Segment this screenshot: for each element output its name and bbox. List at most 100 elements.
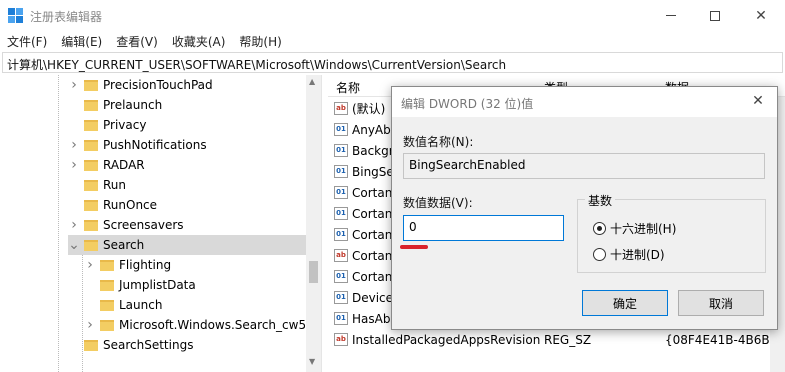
address-bar[interactable]: 计算机\HKEY_CURRENT_USER\SOFTWARE\Microsoft… <box>2 52 783 73</box>
menu-edit[interactable]: 编辑(E) <box>54 31 109 51</box>
folder-icon <box>84 79 98 91</box>
chevron-right-icon[interactable]: › <box>68 137 80 153</box>
folder-icon <box>84 219 98 231</box>
tree-item-label: Prelaunch <box>103 98 163 112</box>
hex-radio-circle[interactable] <box>593 222 606 235</box>
binary-value-icon: 01 <box>334 312 348 325</box>
tree-item[interactable]: › Screensavers <box>68 215 183 235</box>
tree-item[interactable]: › Microsoft.Windows.Search_cw5r <box>84 315 311 335</box>
dialog-close-icon[interactable]: ✕ <box>748 93 768 111</box>
folder-icon <box>84 179 98 191</box>
maximize-button[interactable] <box>692 0 738 31</box>
binary-value-icon: 01 <box>334 228 348 241</box>
menu-view[interactable]: 查看(V) <box>109 31 165 51</box>
folder-icon <box>100 299 114 311</box>
base-label: 基数 <box>585 192 616 209</box>
tree-item-label: RADAR <box>103 158 145 172</box>
value-type: REG_SZ <box>544 332 592 347</box>
maximize-icon <box>710 10 720 21</box>
highlight-underline-mark <box>400 245 428 249</box>
tree-item-label: SearchSettings <box>103 338 194 352</box>
hex-radio-label: 十六进制(H) <box>610 222 677 236</box>
tree-item[interactable]: Prelaunch <box>68 95 162 115</box>
binary-value-icon: 01 <box>334 291 348 304</box>
folder-icon <box>100 319 114 331</box>
tree-item-label: JumplistData <box>119 278 196 292</box>
regedit-app-icon <box>8 8 24 24</box>
dialog-title-bar: 编辑 DWORD (32 位)值 ✕ <box>392 87 777 117</box>
tree-item-label: RunOnce <box>103 198 158 212</box>
chevron-down-icon[interactable]: ⌄ <box>68 237 80 253</box>
tree-item[interactable]: › PushNotifications <box>68 135 206 155</box>
dialog-title: 编辑 DWORD (32 位)值 <box>401 97 534 111</box>
chevron-right-icon[interactable]: › <box>84 317 96 333</box>
chevron-right-icon[interactable]: › <box>68 157 80 173</box>
value-data: {08F4E41B-4B6B- <box>665 332 774 347</box>
folder-icon <box>84 99 98 111</box>
value-name-label: 数值名称(N): <box>403 135 474 149</box>
folder-icon <box>84 139 98 151</box>
folder-icon <box>84 339 98 351</box>
tree-item-label: Search <box>103 238 145 252</box>
menu-favorites[interactable]: 收藏夹(A) <box>165 31 233 51</box>
binary-value-icon: 01 <box>334 186 348 199</box>
column-name-header[interactable]: 名称 <box>336 79 360 96</box>
value-data-input[interactable]: 0 <box>403 215 564 241</box>
chevron-right-icon[interactable]: › <box>84 257 96 273</box>
decimal-radio-circle[interactable] <box>593 248 606 261</box>
binary-value-icon: 01 <box>334 165 348 178</box>
folder-icon <box>100 259 114 271</box>
tree-item[interactable]: Privacy <box>68 115 146 135</box>
decimal-radio[interactable]: 十进制(D) <box>593 246 665 263</box>
folder-icon <box>84 159 98 171</box>
folder-icon <box>84 199 98 211</box>
close-button[interactable]: ✕ <box>738 0 784 31</box>
binary-value-icon: 01 <box>334 207 348 220</box>
chevron-right-icon[interactable]: › <box>68 77 80 93</box>
window-title: 注册表编辑器 <box>30 10 103 24</box>
tree-item-label: Flighting <box>119 258 172 272</box>
tree-item-label: Launch <box>119 298 163 312</box>
menu-bar: 文件(F) 编辑(E) 查看(V) 收藏夹(A) 帮助(H) <box>0 31 785 51</box>
tree-item[interactable]: › Flighting <box>84 255 171 275</box>
decimal-radio-label: 十进制(D) <box>610 248 665 262</box>
tree-item-label: PrecisionTouchPad <box>103 78 213 92</box>
value-name-field[interactable]: BingSearchEnabled <box>403 153 765 179</box>
tree-item[interactable]: JumplistData <box>84 275 196 295</box>
title-bar: 注册表编辑器 ✕ <box>0 0 785 31</box>
value-data-label: 数值数据(V): <box>403 196 473 210</box>
cancel-button[interactable]: 取消 <box>678 290 764 316</box>
registry-tree: › PrecisionTouchPad Prelaunch Privacy › PushN… <box>0 75 322 372</box>
hex-radio[interactable]: 十六进制(H) <box>593 220 676 237</box>
close-icon: ✕ <box>755 7 767 24</box>
folder-icon <box>100 279 114 291</box>
tree-item[interactable]: › RADAR <box>68 155 145 175</box>
tree-item[interactable]: Launch <box>84 295 162 315</box>
minimize-button[interactable] <box>648 0 694 31</box>
edit-dword-dialog: 编辑 DWORD (32 位)值 ✕ 数值名称(N): BingSearchEn… <box>391 86 778 330</box>
string-value-icon: ab <box>334 333 348 346</box>
string-value-icon: ab <box>334 249 348 262</box>
tree-item[interactable]: ⌄ Search <box>68 235 314 255</box>
tree-item[interactable]: SearchSettings <box>68 335 193 355</box>
string-value-icon: ab <box>334 102 348 115</box>
tree-scrollbar[interactable]: ▲ ▼ <box>306 75 321 372</box>
minimize-icon <box>666 15 676 16</box>
tree-item[interactable]: Run <box>68 175 126 195</box>
tree-item-label: Run <box>103 178 127 192</box>
tree-item-label: Microsoft.Windows.Search_cw5r <box>119 318 312 332</box>
tree-item[interactable]: RunOnce <box>68 195 157 215</box>
binary-value-icon: 01 <box>334 270 348 283</box>
menu-help[interactable]: 帮助(H) <box>232 31 288 51</box>
tree-item[interactable]: › PrecisionTouchPad <box>68 75 213 95</box>
chevron-right-icon[interactable]: › <box>68 217 80 233</box>
list-row[interactable]: ab InstalledPackagedAppsRevision REG_SZ {08… <box>328 329 785 350</box>
value-name: InstalledPackagedAppsRevision <box>352 332 541 347</box>
scroll-down-icon[interactable]: ▼ <box>309 357 315 366</box>
ok-button[interactable]: 确定 <box>582 290 668 316</box>
folder-icon <box>84 119 98 131</box>
scroll-up-icon[interactable]: ▲ <box>309 77 315 86</box>
menu-file[interactable]: 文件(F) <box>0 31 54 51</box>
tree-guide-line <box>58 75 59 372</box>
tree-scrollbar-thumb[interactable] <box>309 261 318 283</box>
